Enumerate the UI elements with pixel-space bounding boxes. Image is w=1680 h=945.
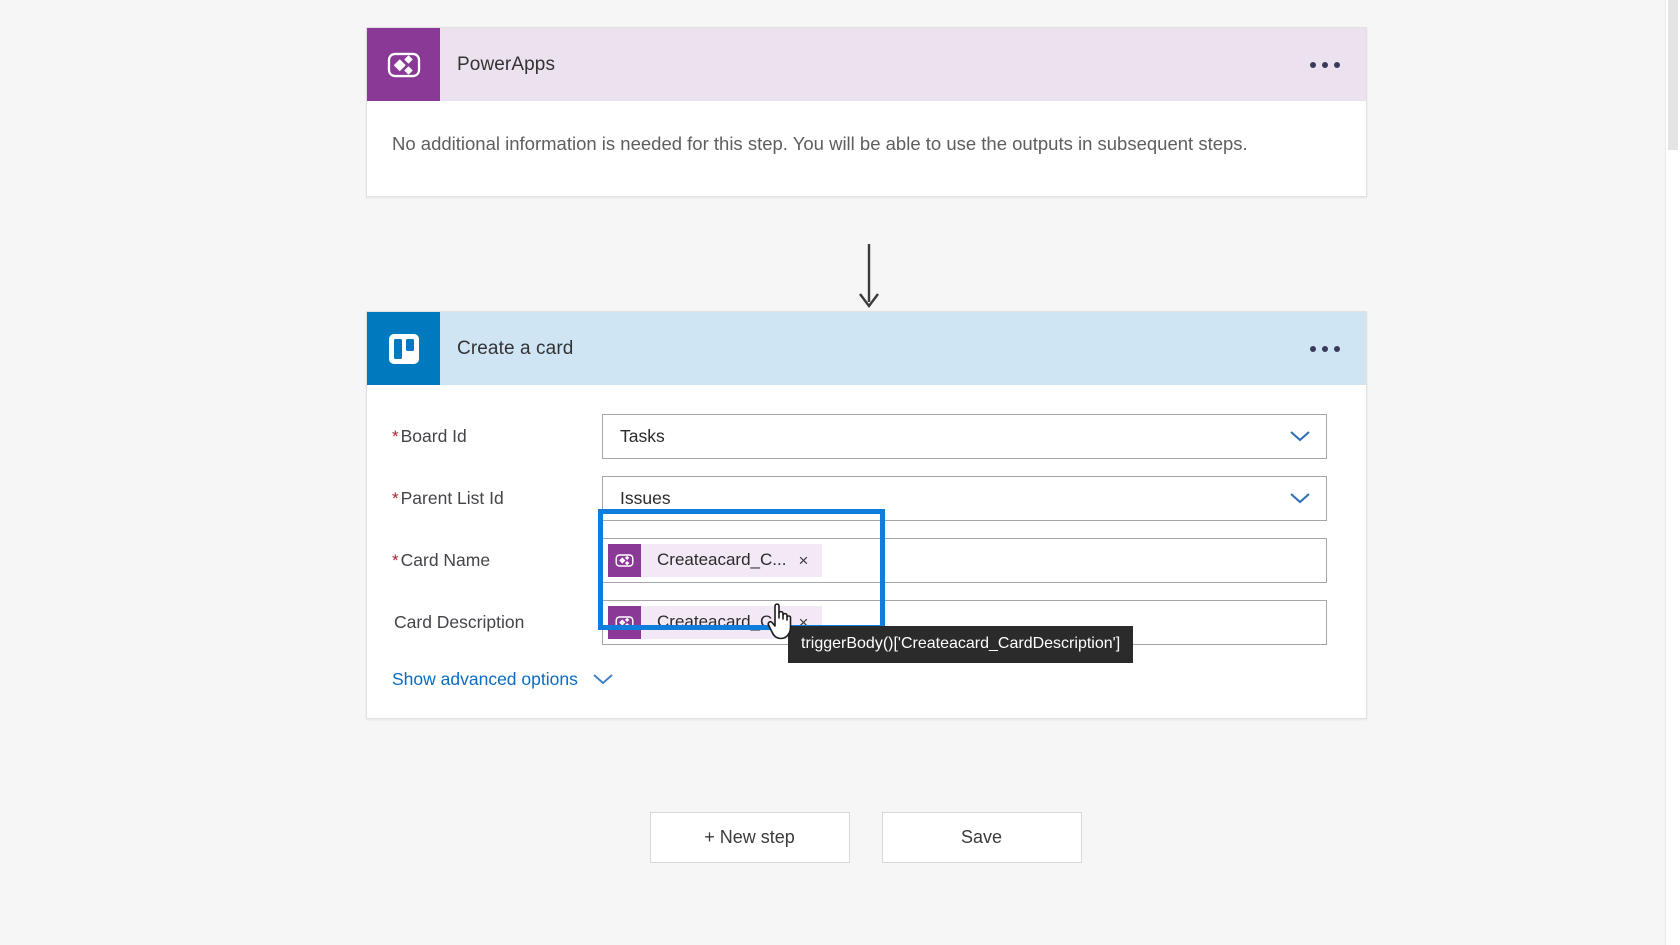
label-parent-list-id: *Parent List Id: [392, 488, 602, 509]
form-row-board-id: *Board Id Tasks: [367, 405, 1366, 467]
powerapps-step-description: No additional information is needed for …: [392, 127, 1341, 160]
label-card-name: *Card Name: [392, 550, 602, 571]
powerapps-icon: [608, 606, 641, 639]
ellipsis-dot: [1334, 346, 1340, 352]
label-text: Parent List Id: [401, 488, 504, 508]
ellipsis-dot: [1322, 62, 1328, 68]
required-asterisk: *: [392, 489, 399, 508]
form-row-parent-list-id: *Parent List Id Issues: [367, 467, 1366, 529]
ellipsis-dot: [1334, 62, 1340, 68]
label-card-description: Card Description: [392, 612, 602, 633]
label-text: Card Name: [401, 550, 490, 570]
label-text: Card Description: [394, 612, 524, 632]
chevron-down-icon[interactable]: [592, 673, 614, 686]
powerapps-icon: [608, 544, 641, 577]
ellipsis-dot: [1310, 62, 1316, 68]
required-asterisk: *: [392, 551, 399, 570]
powerapps-step-menu-button[interactable]: [1306, 54, 1344, 76]
required-asterisk: *: [392, 427, 399, 446]
dynamic-content-token-card-name[interactable]: Createacard_C... ×: [608, 544, 822, 577]
create-a-card-form: *Board Id Tasks *Parent List Id: [367, 385, 1366, 718]
label-text: Board Id: [401, 426, 467, 446]
token-expression-tooltip: triggerBody()['Createacard_CardDescripti…: [788, 626, 1133, 663]
powerapps-step-card[interactable]: PowerApps No additional information is n…: [366, 27, 1367, 197]
trello-icon: [367, 312, 440, 385]
powerapps-step-header[interactable]: PowerApps: [367, 28, 1366, 101]
powerapps-step-title: PowerApps: [457, 54, 555, 76]
close-icon[interactable]: ×: [796, 552, 822, 569]
save-button[interactable]: Save: [882, 812, 1082, 863]
powerapps-step-body: No additional information is needed for …: [367, 101, 1366, 196]
ellipsis-dot: [1310, 346, 1316, 352]
chevron-down-icon[interactable]: [1274, 477, 1326, 520]
show-advanced-options-link[interactable]: Show advanced options: [392, 669, 578, 690]
board-id-value: Tasks: [603, 426, 665, 447]
board-id-dropdown[interactable]: Tasks: [602, 414, 1327, 459]
ellipsis-dot: [1322, 346, 1328, 352]
flow-action-buttons: + New step Save: [366, 812, 1365, 863]
page-scrollbar[interactable]: [1665, 0, 1680, 945]
label-board-id: *Board Id: [392, 426, 602, 447]
token-label: Createacard_C...: [641, 550, 796, 570]
parent-list-id-dropdown[interactable]: Issues: [602, 476, 1327, 521]
create-a-card-step-menu-button[interactable]: [1306, 338, 1344, 360]
card-name-input[interactable]: Createacard_C... ×: [602, 538, 1327, 583]
step-connector-arrow: [857, 244, 881, 314]
powerapps-icon: [367, 28, 440, 101]
parent-list-id-value: Issues: [603, 488, 671, 509]
create-a-card-step-title: Create a card: [457, 338, 573, 360]
create-a-card-step-header[interactable]: Create a card: [367, 312, 1366, 385]
token-label: Createacard_C...: [641, 612, 796, 632]
flow-designer-canvas: PowerApps No additional information is n…: [0, 0, 1666, 945]
new-step-button[interactable]: + New step: [650, 812, 850, 863]
page-scrollbar-thumb[interactable]: [1668, 0, 1678, 150]
chevron-down-icon[interactable]: [1274, 415, 1326, 458]
form-row-card-name: *Card Name Createacard_C...: [367, 529, 1366, 591]
